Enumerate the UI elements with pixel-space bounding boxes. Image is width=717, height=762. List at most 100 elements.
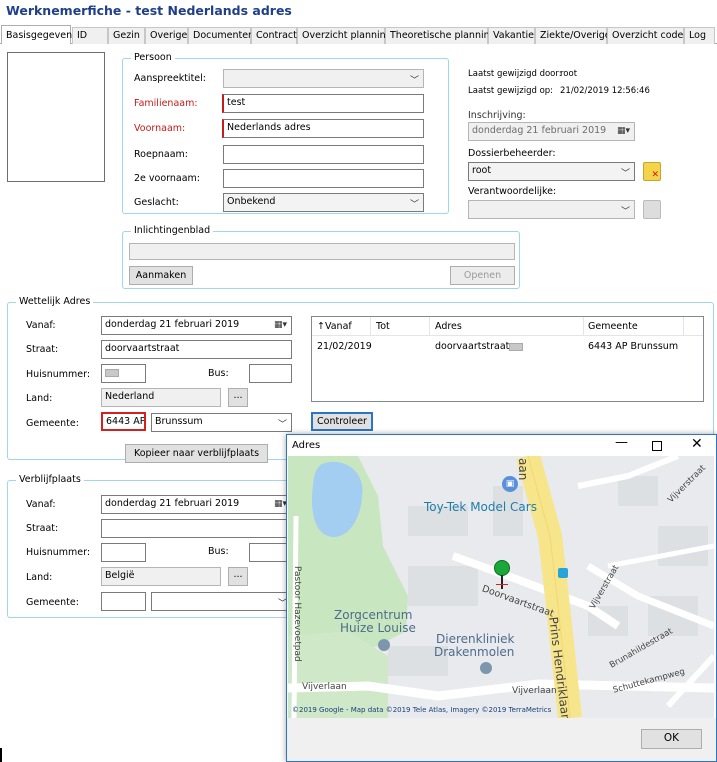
familienaam-input[interactable]: test xyxy=(222,94,424,113)
roepnaam-input[interactable] xyxy=(223,145,424,164)
map-label-toy: Toy-Tek Model Cars xyxy=(424,500,537,514)
ok-button[interactable]: OK xyxy=(641,729,702,749)
poi-pin-icon[interactable] xyxy=(480,662,492,674)
voornaam-input[interactable]: Nederlands adres xyxy=(222,119,424,138)
verblijf-straat-input[interactable] xyxy=(101,519,292,538)
huisnummer-input[interactable] xyxy=(101,364,146,383)
persoon-group-title: Persoon xyxy=(131,52,175,63)
chevron-down-icon: ﹀ xyxy=(277,420,287,430)
gemeente-value: Brunssum xyxy=(155,416,203,427)
verblijf-huisnummer-label: Huisnummer: xyxy=(26,547,91,558)
verblijf-land-input[interactable]: België xyxy=(101,567,221,586)
user-remove-icon-disabled[interactable] xyxy=(643,200,661,219)
verblijf-gemeente-select[interactable]: ﹀ xyxy=(151,592,292,611)
gemeente-label: Gemeente: xyxy=(26,418,79,429)
verblijf-land-browse-button[interactable]: ... xyxy=(228,567,248,586)
window-title-bar: Werknemerfiche - test Nederlands adres xyxy=(0,0,717,24)
cell-vanaf: 21/02/2019 xyxy=(317,341,372,352)
col-header-gemeente[interactable]: Gemeente xyxy=(588,321,638,332)
table-row[interactable]: 21/02/2019 doorvaartstraat 6443 AP Bruns… xyxy=(312,338,703,356)
location-pin-icon[interactable] xyxy=(494,560,510,576)
vanaf-value: donderdag 21 februari 2019 xyxy=(105,319,240,330)
tweede-voornaam-input[interactable] xyxy=(223,169,424,188)
map-label-pastoor: Pastoor Hazevoetpad xyxy=(292,566,302,662)
verantwoordelijke-label: Verantwoordelijke: xyxy=(468,186,557,197)
verblijf-vanaf-label: Vanaf: xyxy=(26,499,56,510)
verantwoordelijke-select[interactable]: ﹀ xyxy=(468,200,635,219)
verblijf-vanaf-value: donderdag 21 februari 2019 xyxy=(105,498,240,509)
poi-pin-icon[interactable] xyxy=(378,639,390,651)
bus-input[interactable] xyxy=(249,364,292,383)
tab-overzicht-planning[interactable]: Overzicht planning xyxy=(297,27,392,44)
chevron-down-icon: ﹀ xyxy=(620,207,630,217)
straat-label: Straat: xyxy=(26,344,59,355)
geslacht-value: Onbekend xyxy=(227,196,276,207)
openen-button[interactable]: Openen xyxy=(450,266,515,285)
voornaam-label: Voornaam: xyxy=(134,123,186,134)
gemeente-select[interactable]: Brunssum ﹀ xyxy=(151,413,292,432)
map-label-aan: aan xyxy=(516,458,530,481)
tweede-voornaam-label: 2e voornaam: xyxy=(134,173,201,184)
land-browse-button[interactable]: ... xyxy=(228,388,248,407)
address-history-table[interactable]: ↑Vanaf Tot Adres Gemeente 21/02/2019 doo… xyxy=(311,316,704,402)
tab-overzicht-codes[interactable]: Overzicht codes xyxy=(607,27,688,44)
straat-input[interactable]: doorvaartstraat xyxy=(101,340,292,359)
laatst-op-value: 21/02/2019 12:56:46 xyxy=(560,86,650,96)
roepnaam-label: Roepnaam: xyxy=(134,149,188,160)
map-copyright: ©2019 Google - Map data ©2019 Tele Atlas… xyxy=(292,706,552,714)
bus-stop-icon[interactable] xyxy=(558,568,568,578)
dossierbeheerder-value: root xyxy=(472,165,492,176)
tab-id[interactable]: ID xyxy=(72,27,108,44)
aanmaken-button[interactable]: Aanmaken xyxy=(129,266,193,285)
user-remove-icon[interactable]: ✕ xyxy=(643,162,661,181)
col-header-adres[interactable]: Adres xyxy=(435,321,462,332)
dialog-title: Adres xyxy=(292,440,321,451)
land-label: Land: xyxy=(26,393,53,404)
kopieer-button[interactable]: Kopieer naar verblijfplaats xyxy=(125,444,268,463)
vanaf-date[interactable]: donderdag 21 februari 2019 ▦▾ xyxy=(101,316,292,335)
tab-vakantie[interactable]: Vakantie xyxy=(488,27,535,44)
vanaf-label: Vanaf: xyxy=(26,320,56,331)
tab-theoretische-planning[interactable]: Theoretische planning xyxy=(385,27,496,44)
tab-ziekte-overige[interactable]: Ziekte/Overige xyxy=(535,27,611,44)
dossierbeheerder-label: Dossierbeheerder: xyxy=(468,148,556,159)
close-icon[interactable]: ✕ xyxy=(691,436,703,452)
chevron-down-icon: ﹀ xyxy=(409,200,419,210)
map-view[interactable]: aan ▣ Toy-Tek Model Cars Doorvaartstraat… xyxy=(288,456,714,718)
land-input[interactable]: Nederland xyxy=(101,388,221,407)
inschrijving-date[interactable]: donderdag 21 februari 2019 ▦▾ xyxy=(468,122,635,141)
window-title: Werknemerfiche - test Nederlands adres xyxy=(6,3,292,18)
laatst-op-label: Laatst gewijzigd op: xyxy=(468,86,554,96)
tab-documenten[interactable]: Documenten xyxy=(188,27,254,44)
inlichtingenblad-field[interactable] xyxy=(129,243,515,260)
maximize-icon[interactable] xyxy=(652,441,662,451)
cell-adres: doorvaartstraat xyxy=(435,341,510,352)
minimize-icon[interactable]: — xyxy=(615,435,628,450)
verblijf-huisnummer-input[interactable] xyxy=(101,543,146,562)
huisnummer-label: Huisnummer: xyxy=(26,369,91,380)
bus-label: Bus: xyxy=(208,368,229,379)
laatst-door-label: Laatst gewijzigd door: xyxy=(468,69,562,79)
pin-stem xyxy=(501,575,503,589)
tab-log[interactable]: Log xyxy=(684,27,715,44)
tab-basisgegevens[interactable]: Basisgegevens xyxy=(1,25,77,44)
geslacht-select[interactable]: Onbekend ﹀ xyxy=(223,193,424,212)
tab-contract[interactable]: Contract xyxy=(251,27,297,44)
postcode-input[interactable]: 6443 AP xyxy=(101,412,146,431)
tab-gezin[interactable]: Gezin xyxy=(108,27,145,44)
verblijf-postcode-input[interactable] xyxy=(101,592,146,611)
shopping-bag-icon[interactable]: ▣ xyxy=(502,476,518,492)
inlichtingenblad-title: Inlichtingenblad xyxy=(131,225,214,236)
verblijf-vanaf-date[interactable]: donderdag 21 februari 2019 ▦▾ xyxy=(101,495,292,514)
col-header-tot[interactable]: Tot xyxy=(376,321,390,332)
redacted-value-icon xyxy=(105,368,119,377)
aanspreektitel-select[interactable]: ﹀ xyxy=(223,69,424,88)
dossierbeheerder-select[interactable]: root ﹀ xyxy=(468,162,635,181)
col-header-vanaf[interactable]: ↑Vanaf xyxy=(317,321,352,332)
chevron-down-icon: ﹀ xyxy=(409,76,419,86)
pin-cross xyxy=(496,584,508,585)
photo-placeholder[interactable] xyxy=(7,52,105,182)
verblijfplaats-title: Verblijfplaats xyxy=(16,474,84,485)
controleer-button[interactable]: Controleer xyxy=(311,412,373,431)
tab-overige[interactable]: Overige xyxy=(145,27,188,44)
